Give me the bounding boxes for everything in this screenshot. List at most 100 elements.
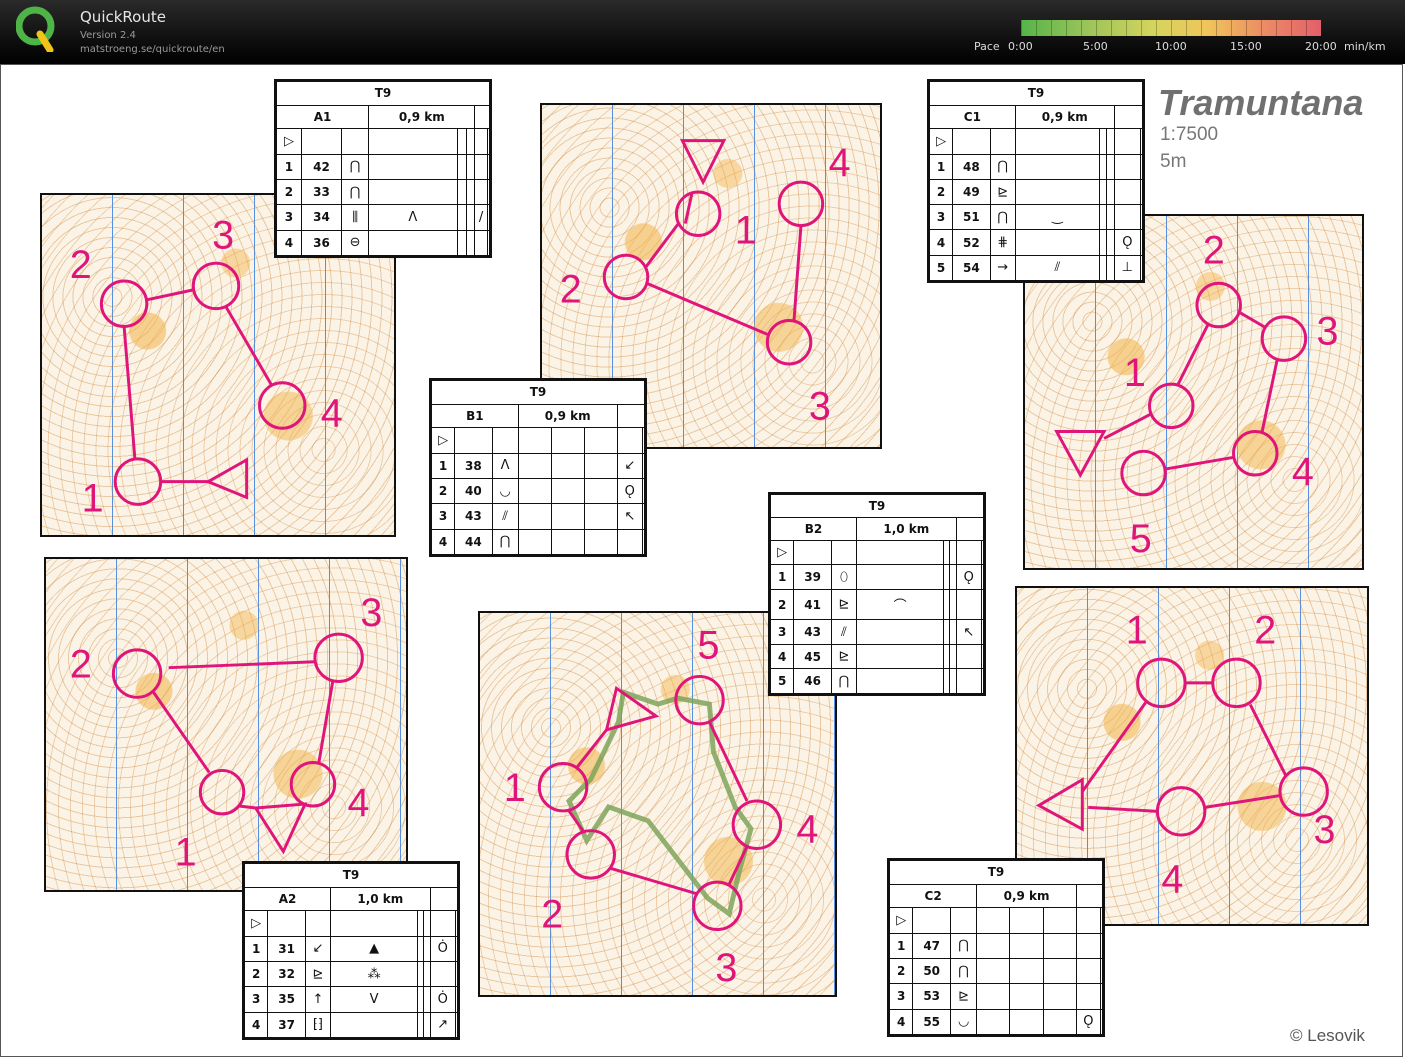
description-symbol-icon: ⊵ bbox=[830, 588, 858, 621]
description-symbol-icon bbox=[1042, 983, 1077, 1010]
description-symbol-icon: ⁂ bbox=[330, 961, 419, 988]
description-symbol-icon bbox=[976, 932, 1011, 960]
desc-event: T9 bbox=[431, 380, 645, 405]
description-symbol-icon bbox=[616, 528, 643, 556]
desc-empty-cell bbox=[429, 910, 456, 937]
control-code: 40 bbox=[454, 478, 493, 505]
control-number: 2 bbox=[430, 478, 456, 505]
desc-empty-cell bbox=[454, 427, 493, 454]
desc-course-length: 1,0 km bbox=[856, 516, 957, 541]
description-symbol-icon: ⊖ bbox=[341, 229, 370, 257]
svg-text:5: 5 bbox=[1130, 517, 1152, 561]
description-symbol-icon bbox=[856, 643, 945, 670]
description-symbol-icon bbox=[1106, 229, 1115, 256]
control-code: 51 bbox=[952, 204, 991, 231]
description-symbol-icon bbox=[1009, 983, 1044, 1010]
desc-empty-cell bbox=[830, 539, 858, 566]
control-code: 31 bbox=[267, 935, 306, 963]
desc-control-row: 3 53 ⊵ bbox=[888, 983, 1104, 1010]
description-symbol-icon bbox=[976, 958, 1011, 985]
description-symbol-icon: Ǫ bbox=[1075, 1008, 1101, 1036]
control-number: 4 bbox=[888, 1008, 914, 1036]
description-symbol-icon bbox=[1099, 178, 1108, 206]
desc-empty-cell bbox=[1009, 907, 1044, 934]
description-symbol-icon: ↗ bbox=[429, 1011, 456, 1039]
description-symbol-icon bbox=[641, 528, 646, 556]
description-symbol-icon bbox=[456, 229, 467, 257]
pace-label: Pace bbox=[974, 40, 1000, 53]
description-symbol-icon bbox=[517, 503, 552, 530]
desc-control-row: 2 49 ⊵ bbox=[928, 178, 1144, 206]
description-symbol-icon: Ȯ bbox=[429, 935, 456, 963]
description-symbol-icon: ‿ bbox=[1014, 204, 1101, 231]
control-description-b2: T9 B2 1,0 km ▷ 1 39 ⬯ Ǫ 2 41 ⊵ ⌒ 3 43 ⫽ ↖ 4 45 ⊵ 5 46 ⋂ bbox=[768, 492, 986, 696]
control-description-a2: T9 A2 1,0 km ▷ 1 31 ↙ ▲ Ȯ 2 32 ⊵ ⁂ 3 35 ↑ V Ȯ 4 37 ⁅⁆ ↗ bbox=[242, 861, 460, 1040]
desc-control-row: 1 47 ⋂ bbox=[888, 932, 1104, 960]
control-code: 36 bbox=[300, 229, 343, 257]
desc-empty-cell bbox=[456, 128, 467, 155]
control-number: 4 bbox=[430, 528, 456, 556]
svg-text:3: 3 bbox=[809, 384, 831, 428]
description-symbol-icon bbox=[976, 983, 1011, 1010]
desc-event: T9 bbox=[770, 494, 984, 518]
control-number: 1 bbox=[276, 153, 302, 181]
description-symbol-icon bbox=[955, 668, 982, 694]
pace-tick: 20:00 bbox=[1305, 40, 1337, 53]
description-symbol-icon: ⌒ bbox=[856, 588, 945, 621]
desc-control-row: 2 50 ⋂ bbox=[888, 958, 1104, 985]
description-symbol-icon bbox=[980, 619, 985, 645]
desc-empty-cell bbox=[952, 128, 991, 155]
description-symbol-icon bbox=[1042, 1008, 1077, 1036]
desc-course-code: A1 bbox=[275, 104, 370, 130]
description-symbol-icon: Λ bbox=[491, 452, 519, 480]
desc-empty-cell bbox=[1042, 907, 1077, 934]
svg-text:3: 3 bbox=[1314, 808, 1336, 852]
map-title: Tramuntana bbox=[1158, 82, 1364, 123]
description-symbol-icon bbox=[856, 668, 945, 694]
description-symbol-icon bbox=[1106, 254, 1115, 282]
description-symbol-icon bbox=[583, 478, 618, 505]
start-triangle-icon: ▷ bbox=[243, 910, 269, 937]
svg-text:2: 2 bbox=[1203, 229, 1225, 273]
start-triangle-icon: ▷ bbox=[928, 128, 954, 155]
map-section-a2: 1 2 3 4 bbox=[44, 557, 408, 892]
desc-event: T9 bbox=[244, 863, 458, 888]
description-symbol-icon bbox=[454, 961, 459, 988]
description-symbol-icon bbox=[1099, 932, 1104, 960]
desc-control-row: 3 34 ⫼ Λ / bbox=[276, 204, 491, 231]
desc-empty-cell bbox=[304, 910, 332, 937]
desc-control-row: 4 55 ◡ Ǫ bbox=[888, 1008, 1104, 1036]
desc-empty-cell bbox=[486, 128, 491, 155]
description-symbol-icon: ⋂ bbox=[989, 153, 1016, 180]
description-symbol-icon bbox=[1099, 204, 1108, 231]
desc-empty-cell bbox=[955, 516, 985, 541]
description-symbol-icon bbox=[550, 528, 585, 556]
description-symbol-icon bbox=[955, 588, 982, 621]
desc-empty-cell bbox=[616, 427, 643, 454]
description-symbol-icon bbox=[1009, 932, 1044, 960]
svg-text:2: 2 bbox=[70, 643, 92, 687]
description-symbol-icon bbox=[1075, 932, 1101, 960]
control-code: 52 bbox=[952, 229, 991, 256]
app-url[interactable]: matstroeng.se/quickroute/en bbox=[80, 44, 225, 55]
description-symbol-icon: ⊵ bbox=[989, 178, 1016, 206]
map-equidistance: 5m bbox=[1160, 151, 1187, 172]
description-symbol-icon: ⫼ bbox=[341, 204, 370, 231]
description-symbol-icon bbox=[1042, 958, 1077, 985]
description-symbol-icon bbox=[550, 452, 585, 480]
description-symbol-icon: Ǫ bbox=[1113, 229, 1141, 256]
pace-tick: 10:00 bbox=[1155, 40, 1187, 53]
description-symbol-icon bbox=[1009, 958, 1044, 985]
control-number: 3 bbox=[276, 204, 302, 231]
svg-text:4: 4 bbox=[321, 391, 343, 435]
desc-empty-cell bbox=[491, 427, 519, 454]
desc-empty-cell bbox=[949, 907, 978, 934]
description-symbol-icon: ↖ bbox=[955, 619, 982, 645]
description-symbol-icon: ⫽ bbox=[830, 619, 858, 645]
description-symbol-icon: ↑ bbox=[304, 986, 332, 1013]
description-symbol-icon bbox=[641, 452, 646, 480]
desc-control-row: 3 43 ⫽ ↖ bbox=[430, 503, 646, 530]
description-symbol-icon: → bbox=[989, 254, 1016, 282]
description-symbol-icon bbox=[980, 643, 985, 670]
svg-text:3: 3 bbox=[1317, 310, 1339, 354]
